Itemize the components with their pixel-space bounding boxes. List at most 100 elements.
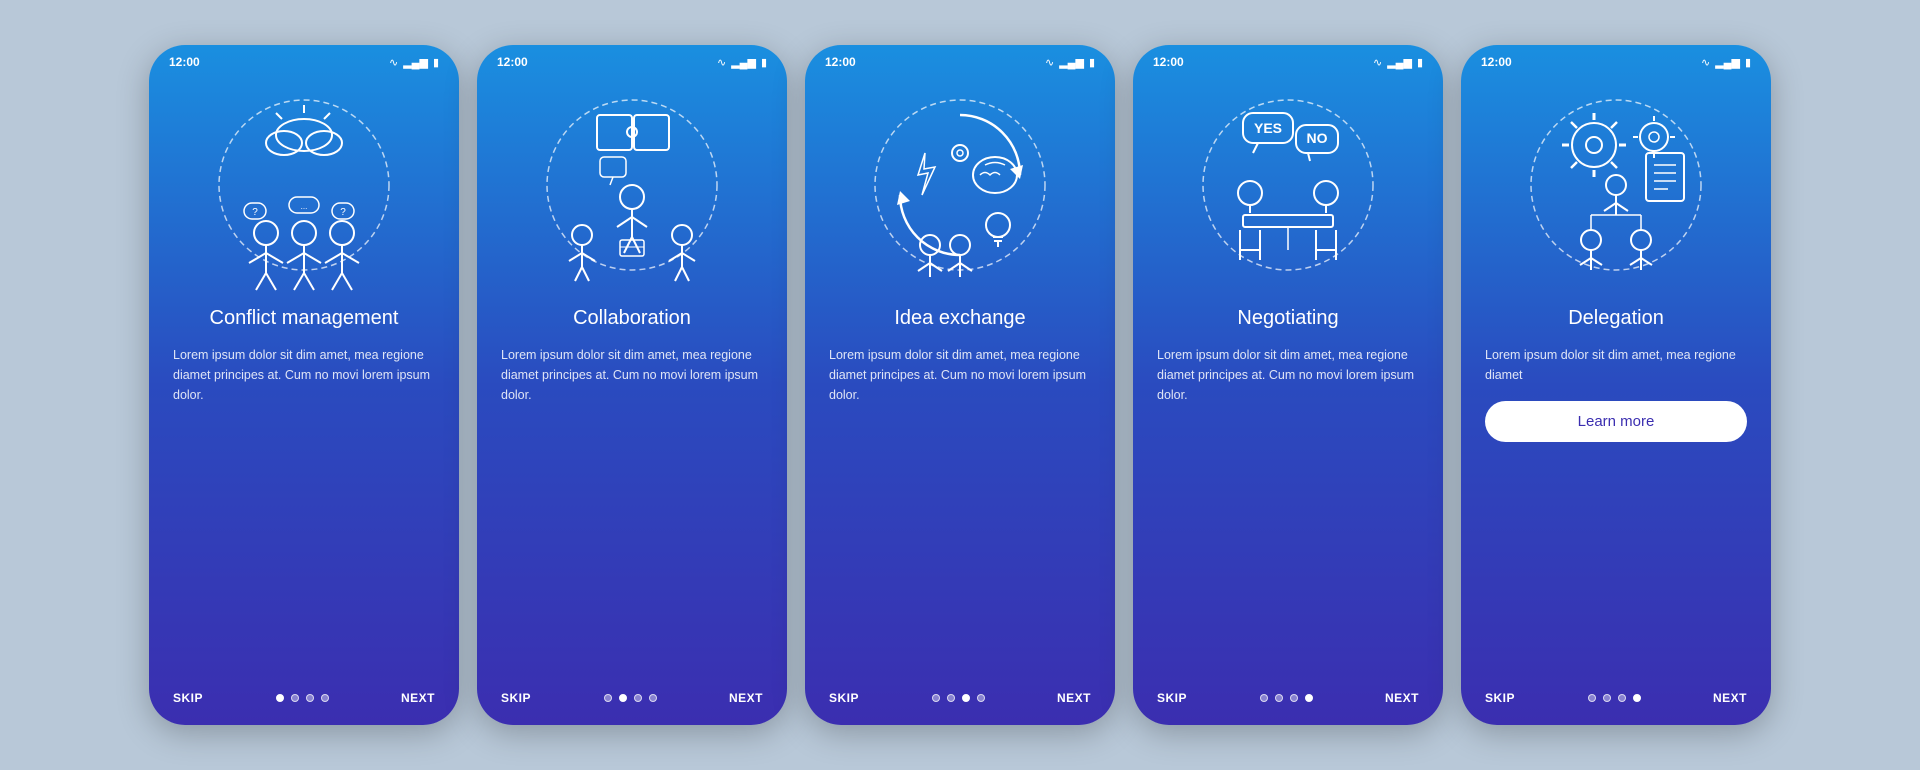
dot-2-2 (634, 694, 642, 702)
wifi-icon-4: ∿ (1373, 56, 1382, 69)
signal-icon-4: ▂▄▆ (1387, 56, 1412, 69)
skip-btn-1[interactable]: SKIP (173, 691, 203, 705)
screen-desc-5: Lorem ipsum dolor sit dim amet, mea regi… (1485, 345, 1747, 385)
status-time-3: 12:00 (825, 55, 856, 69)
status-bar-2: 12:00 ∿ ▂▄▆ ▮ (477, 45, 787, 75)
skip-btn-2[interactable]: SKIP (501, 691, 531, 705)
dot-3-0 (932, 694, 940, 702)
wifi-icon-3: ∿ (1045, 56, 1054, 69)
battery-icon-5: ▮ (1745, 56, 1751, 69)
dot-4-1 (1275, 694, 1283, 702)
collaboration-illustration (522, 85, 742, 305)
dot-1-1 (291, 694, 299, 702)
next-btn-4[interactable]: NEXT (1385, 691, 1419, 705)
status-time-5: 12:00 (1481, 55, 1512, 69)
status-bar-4: 12:00 ∿ ▂▄▆ ▮ (1133, 45, 1443, 75)
dot-3-1 (947, 694, 955, 702)
dots-2 (604, 694, 657, 702)
wifi-icon: ∿ (389, 56, 398, 69)
screen-collaboration: 12:00 ∿ ▂▄▆ ▮ (477, 45, 787, 725)
svg-text:YES: YES (1254, 120, 1282, 136)
dots-1 (276, 694, 329, 702)
screen-title-4: Negotiating (1157, 305, 1419, 331)
bottom-nav-3: SKIP NEXT (805, 677, 1115, 725)
learn-more-button[interactable]: Learn more (1485, 401, 1747, 442)
dot-4-0 (1260, 694, 1268, 702)
next-btn-3[interactable]: NEXT (1057, 691, 1091, 705)
status-bar-3: 12:00 ∿ ▂▄▆ ▮ (805, 45, 1115, 75)
dot-5-0 (1588, 694, 1596, 702)
dot-5-3 (1633, 694, 1641, 702)
screen-title-5: Delegation (1485, 305, 1747, 331)
bottom-nav-2: SKIP NEXT (477, 677, 787, 725)
screen-desc-2: Lorem ipsum dolor sit dim amet, mea regi… (501, 345, 763, 405)
status-icons-1: ∿ ▂▄▆ ▮ (389, 56, 439, 69)
bottom-nav-5: SKIP NEXT (1461, 677, 1771, 725)
status-icons-5: ∿ ▂▄▆ ▮ (1701, 56, 1751, 69)
bottom-nav-4: SKIP NEXT (1133, 677, 1443, 725)
skip-btn-3[interactable]: SKIP (829, 691, 859, 705)
wifi-icon-2: ∿ (717, 56, 726, 69)
battery-icon: ▮ (433, 56, 439, 69)
svg-text:?: ? (340, 207, 346, 218)
dot-4-2 (1290, 694, 1298, 702)
status-icons-2: ∿ ▂▄▆ ▮ (717, 56, 767, 69)
screen-idea-exchange: 12:00 ∿ ▂▄▆ ▮ (805, 45, 1115, 725)
screen-content-2: Collaboration Lorem ipsum dolor sit dim … (477, 305, 787, 677)
status-bar-5: 12:00 ∿ ▂▄▆ ▮ (1461, 45, 1771, 75)
svg-text:NO: NO (1307, 130, 1328, 146)
screen-conflict-management: 12:00 ∿ ▂▄▆ ▮ (149, 45, 459, 725)
negotiating-illustration: YES NO (1178, 85, 1398, 305)
screen-desc-3: Lorem ipsum dolor sit dim amet, mea regi… (829, 345, 1091, 405)
dot-2-3 (649, 694, 657, 702)
next-btn-2[interactable]: NEXT (729, 691, 763, 705)
signal-icon-5: ▂▄▆ (1715, 56, 1740, 69)
signal-icon: ▂▄▆ (403, 56, 428, 69)
dot-5-2 (1618, 694, 1626, 702)
svg-text:...: ... (301, 202, 308, 211)
delegation-illustration (1506, 85, 1726, 305)
screen-content-4: Negotiating Lorem ipsum dolor sit dim am… (1133, 305, 1443, 677)
screen-content-5: Delegation Lorem ipsum dolor sit dim ame… (1461, 305, 1771, 677)
dot-1-2 (306, 694, 314, 702)
signal-icon-2: ▂▄▆ (731, 56, 756, 69)
status-time-1: 12:00 (169, 55, 200, 69)
idea-illustration (850, 85, 1070, 305)
skip-btn-4[interactable]: SKIP (1157, 691, 1187, 705)
svg-text:?: ? (252, 207, 258, 218)
dots-4 (1260, 694, 1313, 702)
screen-title-2: Collaboration (501, 305, 763, 331)
battery-icon-4: ▮ (1417, 56, 1423, 69)
dot-4-3 (1305, 694, 1313, 702)
dot-5-1 (1603, 694, 1611, 702)
dot-1-3 (321, 694, 329, 702)
conflict-illustration: ? ... ? (194, 85, 414, 305)
screen-content-1: Conflict management Lorem ipsum dolor si… (149, 305, 459, 677)
status-bar-1: 12:00 ∿ ▂▄▆ ▮ (149, 45, 459, 75)
signal-icon-3: ▂▄▆ (1059, 56, 1084, 69)
screens-container: 12:00 ∿ ▂▄▆ ▮ (149, 45, 1771, 725)
status-time-4: 12:00 (1153, 55, 1184, 69)
dot-2-0 (604, 694, 612, 702)
next-btn-5[interactable]: NEXT (1713, 691, 1747, 705)
battery-icon-2: ▮ (761, 56, 767, 69)
bottom-nav-1: SKIP NEXT (149, 677, 459, 725)
screen-delegation: 12:00 ∿ ▂▄▆ ▮ (1461, 45, 1771, 725)
dots-5 (1588, 694, 1641, 702)
screen-title-1: Conflict management (173, 305, 435, 331)
screen-title-3: Idea exchange (829, 305, 1091, 331)
dot-1-0 (276, 694, 284, 702)
battery-icon-3: ▮ (1089, 56, 1095, 69)
screen-desc-1: Lorem ipsum dolor sit dim amet, mea regi… (173, 345, 435, 405)
status-icons-3: ∿ ▂▄▆ ▮ (1045, 56, 1095, 69)
status-icons-4: ∿ ▂▄▆ ▮ (1373, 56, 1423, 69)
next-btn-1[interactable]: NEXT (401, 691, 435, 705)
dot-3-2 (962, 694, 970, 702)
screen-content-3: Idea exchange Lorem ipsum dolor sit dim … (805, 305, 1115, 677)
skip-btn-5[interactable]: SKIP (1485, 691, 1515, 705)
screen-negotiating: 12:00 ∿ ▂▄▆ ▮ YES NO (1133, 45, 1443, 725)
screen-desc-4: Lorem ipsum dolor sit dim amet, mea regi… (1157, 345, 1419, 405)
dot-3-3 (977, 694, 985, 702)
status-time-2: 12:00 (497, 55, 528, 69)
dot-2-1 (619, 694, 627, 702)
